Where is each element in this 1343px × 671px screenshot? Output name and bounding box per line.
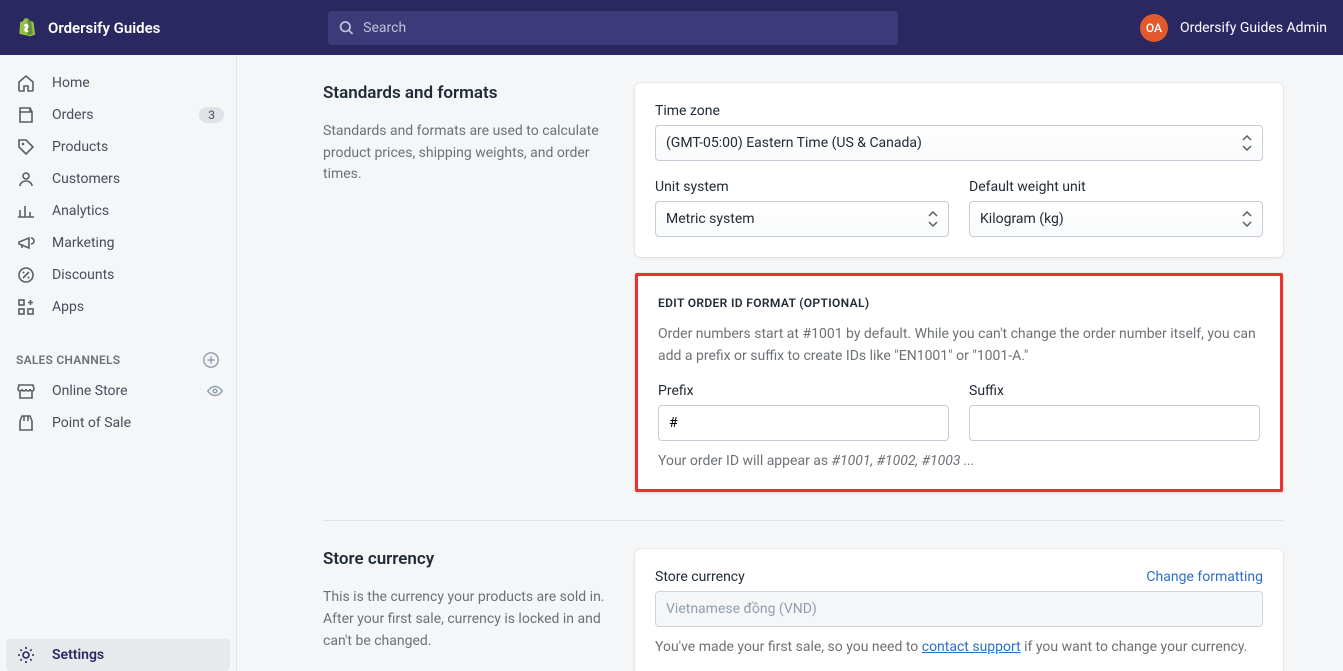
search-bar[interactable] xyxy=(328,11,898,45)
prefix-label: Prefix xyxy=(658,383,949,399)
currency-note: You've made your first sale, so you need… xyxy=(655,637,1263,659)
shopify-logo-icon xyxy=(16,17,36,39)
apps-icon xyxy=(16,297,36,317)
section-label: SALES CHANNELS xyxy=(16,353,120,367)
nav-label: Apps xyxy=(52,299,224,315)
suffix-input[interactable] xyxy=(969,405,1260,441)
nav-label: Customers xyxy=(52,171,224,187)
weight-select[interactable]: Kilogram (kg) xyxy=(969,201,1263,237)
nav-label: Settings xyxy=(52,647,218,663)
standards-desc: Standards and formats are used to calcul… xyxy=(323,121,611,186)
select-value: Kilogram (kg) xyxy=(980,211,1064,227)
select-value: (GMT-05:00) Eastern Time (US & Canada) xyxy=(666,135,922,151)
standards-panel: Standards and formats Standards and form… xyxy=(323,83,1283,520)
search-input[interactable] xyxy=(363,20,888,36)
order-id-preview: Your order ID will appear as #1001, #100… xyxy=(658,453,1260,469)
timezone-select[interactable]: (GMT-05:00) Eastern Time (US & Canada) xyxy=(655,125,1263,161)
megaphone-icon xyxy=(16,233,36,253)
note-tail: if you want to change your currency. xyxy=(1021,639,1248,655)
nav-label: Marketing xyxy=(52,235,224,251)
currency-field-label: Store currency xyxy=(655,569,745,585)
orders-badge: 3 xyxy=(199,107,224,123)
nav-settings[interactable]: Settings xyxy=(6,639,230,671)
caret-sort-icon xyxy=(928,211,938,227)
caret-sort-icon xyxy=(1242,211,1252,227)
nav-analytics[interactable]: Analytics xyxy=(0,195,236,227)
change-formatting-link[interactable]: Change formatting xyxy=(1146,569,1263,585)
nav-apps[interactable]: Apps xyxy=(0,291,236,323)
channel-pos[interactable]: Point of Sale xyxy=(0,407,236,439)
note-lead: You've made your first sale, so you need… xyxy=(655,639,922,655)
select-value: Metric system xyxy=(666,211,755,227)
logo-group[interactable]: Ordersify Guides xyxy=(16,17,328,39)
nav-home[interactable]: Home xyxy=(0,67,236,99)
orderid-card: EDIT ORDER ID FORMAT (OPTIONAL) Order nu… xyxy=(635,273,1283,492)
tag-icon xyxy=(16,137,36,157)
nav-label: Discounts xyxy=(52,267,224,283)
contact-support-link[interactable]: contact support xyxy=(922,639,1021,655)
nav-label: Orders xyxy=(52,107,183,123)
top-bar: Ordersify Guides OA Ordersify Guides Adm… xyxy=(0,0,1343,55)
standards-card: Time zone (GMT-05:00) Eastern Time (US &… xyxy=(635,83,1283,257)
store-name: Ordersify Guides xyxy=(48,19,160,37)
orderid-desc: Order numbers start at #1001 by default.… xyxy=(658,324,1260,367)
preview-sample: #1001, #1002, #1003 ... xyxy=(832,453,975,469)
channel-label: Online Store xyxy=(52,383,190,399)
search-icon xyxy=(338,19,355,37)
currency-card: Store currency Change formatting Vietnam… xyxy=(635,549,1283,671)
weight-label: Default weight unit xyxy=(969,179,1263,195)
eye-icon[interactable] xyxy=(206,382,224,400)
main-content: Standards and formats Standards and form… xyxy=(237,55,1343,671)
nav-label: Home xyxy=(52,75,224,91)
nav-orders[interactable]: Orders 3 xyxy=(0,99,236,131)
preview-lead: Your order ID will appear as xyxy=(658,453,832,469)
sales-channels-heading: SALES CHANNELS xyxy=(0,323,236,375)
user-name: Ordersify Guides Admin xyxy=(1180,20,1327,36)
currency-title: Store currency xyxy=(323,549,611,569)
home-icon xyxy=(16,73,36,93)
person-icon xyxy=(16,169,36,189)
currency-value: Vietnamese đồng (VND) xyxy=(666,601,817,617)
avatar: OA xyxy=(1140,14,1168,42)
discount-icon xyxy=(16,265,36,285)
currency-field: Vietnamese đồng (VND) xyxy=(655,591,1263,627)
orders-icon xyxy=(16,105,36,125)
nav-discounts[interactable]: Discounts xyxy=(0,259,236,291)
suffix-label: Suffix xyxy=(969,383,1260,399)
unit-select[interactable]: Metric system xyxy=(655,201,949,237)
timezone-label: Time zone xyxy=(655,103,1263,119)
nav-label: Analytics xyxy=(52,203,224,219)
channel-label: Point of Sale xyxy=(52,415,224,431)
unit-label: Unit system xyxy=(655,179,949,195)
nav-marketing[interactable]: Marketing xyxy=(0,227,236,259)
nav-customers[interactable]: Customers xyxy=(0,163,236,195)
gear-icon xyxy=(16,645,36,665)
add-channel-icon[interactable] xyxy=(202,351,220,369)
caret-sort-icon xyxy=(1242,135,1252,151)
standards-title: Standards and formats xyxy=(323,83,611,103)
pos-icon xyxy=(16,413,36,433)
channel-online-store[interactable]: Online Store xyxy=(0,375,236,407)
store-icon xyxy=(16,381,36,401)
orderid-heading: EDIT ORDER ID FORMAT (OPTIONAL) xyxy=(658,296,1260,310)
currency-desc: This is the currency your products are s… xyxy=(323,587,611,652)
user-menu[interactable]: OA Ordersify Guides Admin xyxy=(1140,14,1327,42)
analytics-icon xyxy=(16,201,36,221)
sidebar: Home Orders 3 Products Customers Analyti… xyxy=(0,55,237,671)
prefix-input[interactable] xyxy=(658,405,949,441)
nav-label: Products xyxy=(52,139,224,155)
currency-panel: Store currency This is the currency your… xyxy=(323,520,1283,671)
nav-products[interactable]: Products xyxy=(0,131,236,163)
